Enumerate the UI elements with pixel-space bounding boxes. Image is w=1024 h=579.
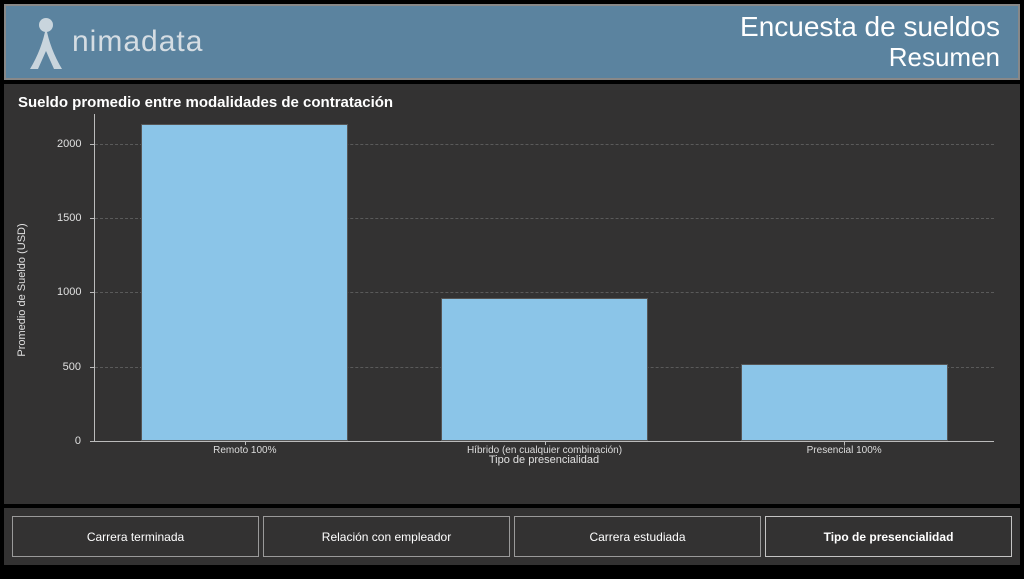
header-subtitle: Resumen (740, 43, 1000, 72)
x-axis-label: Tipo de presencialidad (489, 454, 599, 466)
chart-bar (141, 124, 348, 441)
y-tick-mark (90, 441, 95, 442)
y-tick-mark (90, 292, 95, 293)
brand-name: nimadata (72, 25, 203, 59)
tab-carrera-estudiada[interactable]: Carrera estudiada (514, 516, 761, 557)
tab-relaci-n-con-empleador[interactable]: Relación con empleador (263, 516, 510, 557)
chart-area: Promedio de Sueldo (USD) 050010001500200… (58, 114, 1006, 466)
chart-title: Sueldo promedio entre modalidades de con… (18, 94, 1006, 111)
y-axis-label: Promedio de Sueldo (USD) (16, 223, 28, 356)
chart-plot: 0500100015002000Remoto 100%Híbrido (en c… (94, 114, 994, 442)
header-title: Encuesta de sueldos (740, 12, 1000, 43)
x-tick-label: Remoto 100% (213, 441, 276, 456)
tab-carrera-terminada[interactable]: Carrera terminada (12, 516, 259, 557)
chart-panel: Sueldo promedio entre modalidades de con… (4, 84, 1020, 504)
header-bar: nimadata Encuesta de sueldos Resumen (4, 4, 1020, 80)
y-tick-mark (90, 144, 95, 145)
tab-tipo-de-presencialidad[interactable]: Tipo de presencialidad (765, 516, 1012, 557)
chart-bar (441, 298, 648, 441)
x-tick-label: Presencial 100% (807, 441, 882, 456)
header-titles: Encuesta de sueldos Resumen (740, 12, 1000, 71)
chart-bar (741, 364, 948, 441)
tabs-panel: Carrera terminadaRelación con empleadorC… (4, 508, 1020, 565)
y-tick-mark (90, 218, 95, 219)
person-icon (24, 13, 68, 71)
brand-logo: nimadata (24, 13, 203, 71)
y-tick-mark (90, 367, 95, 368)
